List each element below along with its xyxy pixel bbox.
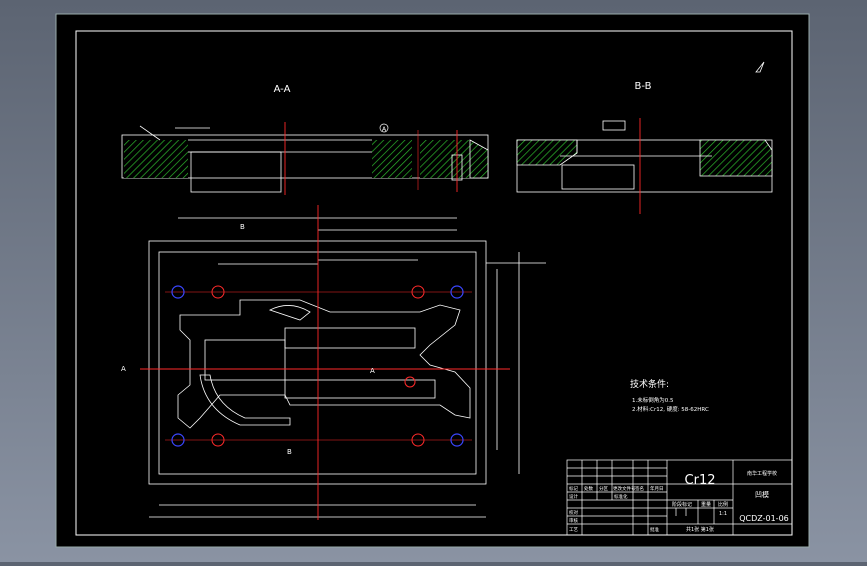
sheet-info: 共1张 第1张 <box>686 526 714 533</box>
svg-text:审核: 审核 <box>569 517 578 524</box>
svg-text:设计: 设计 <box>569 493 578 500</box>
drawing-sheet <box>55 13 810 548</box>
part-name-cell: 凹模 <box>755 490 769 499</box>
drawing-number-cell: QCDZ-01-06 <box>739 514 789 523</box>
svg-text:年月日: 年月日 <box>650 485 664 492</box>
svg-text:处数: 处数 <box>584 485 593 492</box>
section-marker-b-bottom: B <box>287 448 292 456</box>
svg-text:批准: 批准 <box>650 526 659 533</box>
scale-header: 比例 <box>718 501 728 508</box>
weight-header: 重量 <box>701 501 711 508</box>
tech-requirements-title: 技术条件: <box>630 378 669 390</box>
tech-requirement-2: 2.材料:Cr12, 硬度: 58-62HRC <box>632 405 709 413</box>
svg-text:签名: 签名 <box>635 485 644 492</box>
drawing-svg: A-A B-B B B A A A 技术条件: 1.未标倒角为0.5 2.材料:… <box>55 13 810 548</box>
svg-text:分区: 分区 <box>599 485 608 492</box>
svg-text:校对: 校对 <box>569 509 578 516</box>
tech-requirement-1: 1.未标倒角为0.5 <box>632 396 674 404</box>
school-cell: 南华工程学校 <box>747 470 777 477</box>
svg-text:标准化: 标准化 <box>614 493 628 500</box>
material-cell: Cr12 <box>685 473 716 488</box>
svg-text:更改文件号: 更改文件号 <box>613 485 636 492</box>
section-bb-label: B-B <box>635 81 652 92</box>
section-marker-a-center: A <box>370 367 375 375</box>
svg-text:工艺: 工艺 <box>569 527 578 533</box>
section-marker-b-top: B <box>240 223 245 231</box>
cad-drawing-canvas: A-A B-B B B A A A 技术条件: 1.未标倒角为0.5 2.材料:… <box>0 0 867 562</box>
section-aa-label: A-A <box>274 84 291 95</box>
svg-text:标记: 标记 <box>569 485 578 492</box>
section-marker-a-left: A <box>121 365 126 373</box>
scale-value: 1:1 <box>719 511 727 517</box>
stage-marks-header: 阶段标记 <box>672 501 692 508</box>
